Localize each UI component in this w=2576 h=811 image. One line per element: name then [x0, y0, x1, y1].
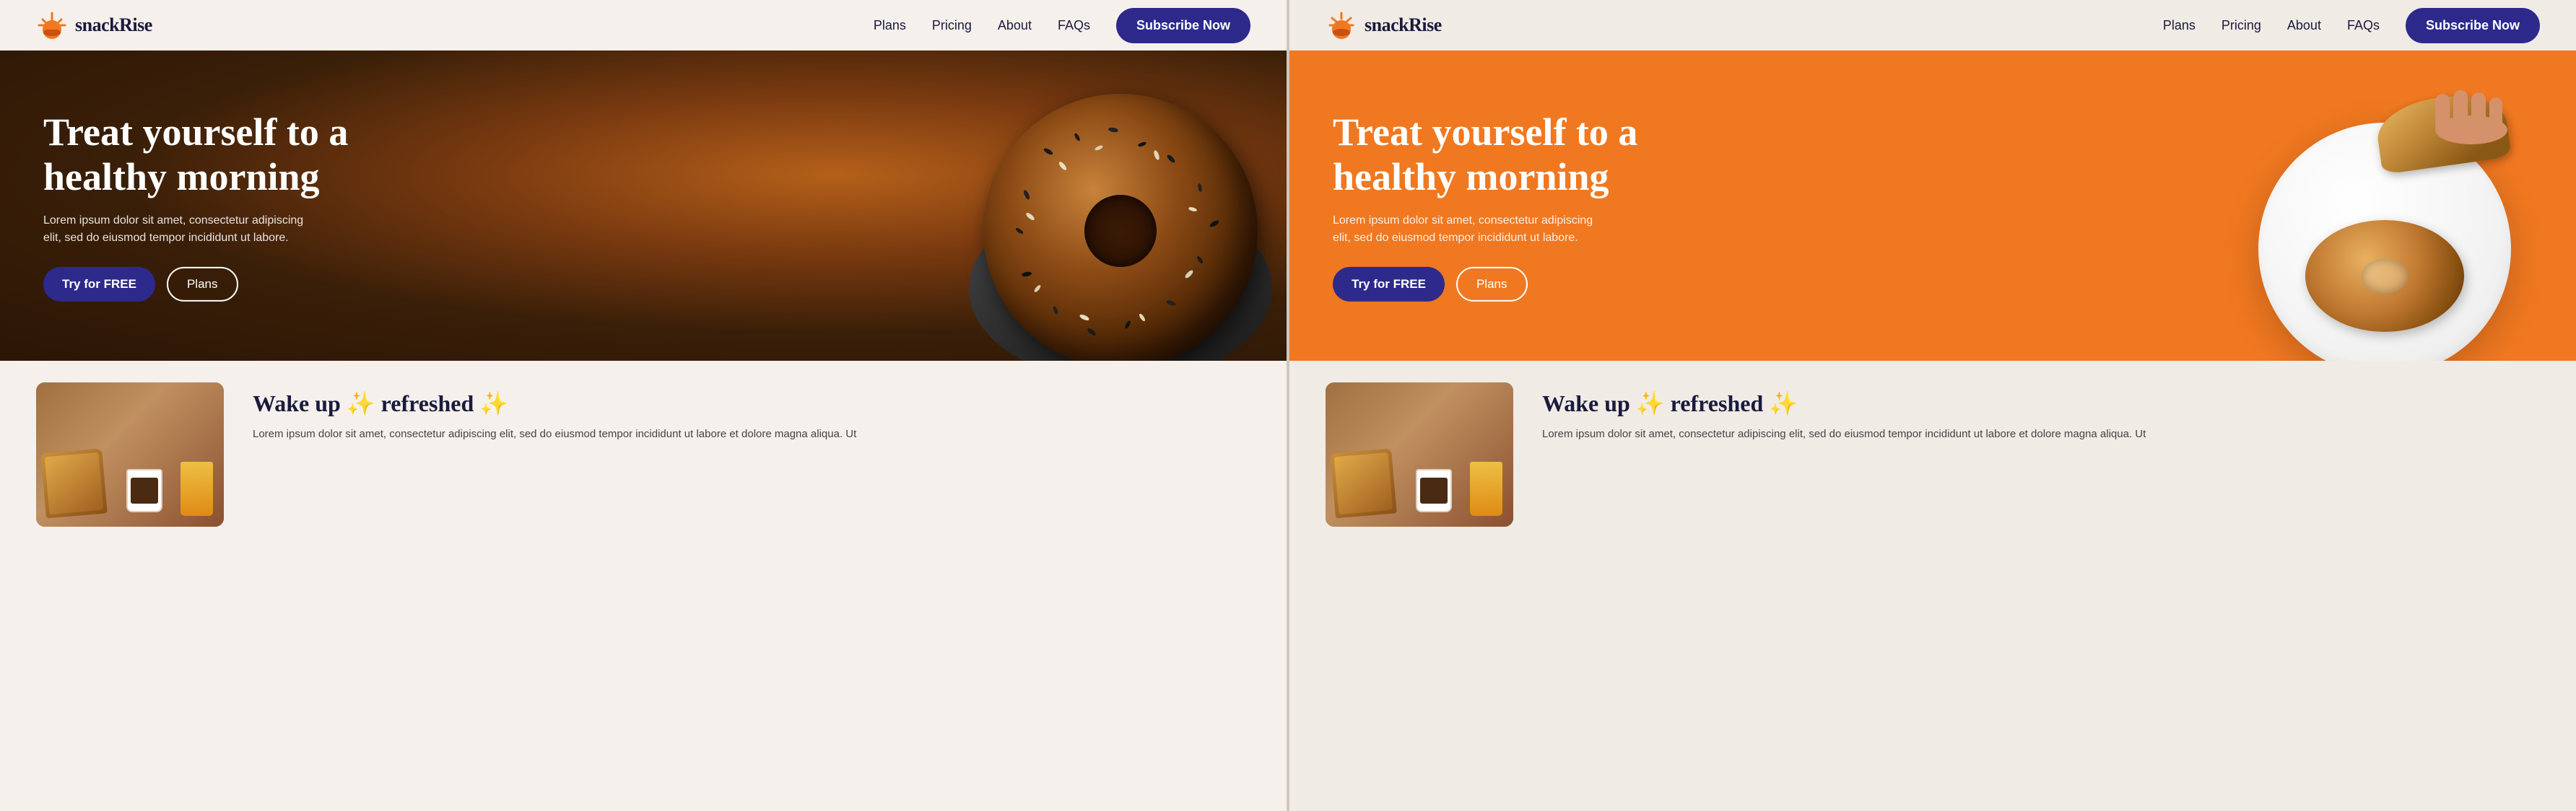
right-lower: Wake up ✨ refreshed ✨ Lorem ipsum dolor … — [1289, 361, 2576, 811]
left-hero-content: Treat yourself to a healthy morning Lore… — [43, 110, 375, 302]
left-logo-text: snackRise — [75, 14, 152, 36]
right-hero-subtitle: Lorem ipsum dolor sit amet, consectetur … — [1333, 212, 1607, 247]
right-lower-image — [1326, 382, 1513, 527]
left-nav-links: Plans Pricing About FAQs Subscribe Now — [874, 8, 1250, 43]
left-lower: Wake up ✨ refreshed ✨ Lorem ipsum dolor … — [0, 361, 1287, 811]
left-lower-image — [36, 382, 224, 527]
left-oj — [180, 462, 213, 516]
left-navbar: snackRise Plans Pricing About FAQs Subsc… — [0, 0, 1287, 51]
left-lower-description: Lorem ipsum dolor sit amet, consectetur … — [253, 426, 1250, 442]
right-coffee — [1416, 469, 1452, 512]
left-nav-pricing[interactable]: Pricing — [932, 18, 972, 33]
right-plans-button[interactable]: Plans — [1456, 267, 1528, 302]
right-lower-title: Wake up ✨ refreshed ✨ — [1542, 390, 2540, 417]
right-nav-pricing[interactable]: Pricing — [2222, 18, 2261, 33]
right-bagel-on-plate — [2305, 220, 2464, 332]
left-breakfast-scene — [36, 382, 224, 527]
right-hero-buttons: Try for FREE Plans — [1333, 267, 1665, 302]
left-bagel — [983, 94, 1258, 361]
left-sparkle1: ✨ — [347, 390, 375, 416]
logo-icon — [36, 9, 68, 41]
right-sparkle1: ✨ — [1636, 390, 1665, 416]
right-oj — [1470, 462, 1502, 516]
right-lower-text: Wake up ✨ refreshed ✨ Lorem ipsum dolor … — [1542, 382, 2540, 442]
left-lower-text: Wake up ✨ refreshed ✨ Lorem ipsum dolor … — [253, 382, 1250, 442]
left-nav-faqs[interactable]: FAQs — [1058, 18, 1090, 33]
left-hero-subtitle: Lorem ipsum dolor sit amet, consectetur … — [43, 212, 318, 247]
left-nav-about[interactable]: About — [998, 18, 1032, 33]
right-food-container — [2172, 58, 2547, 361]
left-bagel-seeds — [983, 94, 1258, 361]
left-plans-button[interactable]: Plans — [167, 267, 238, 302]
left-toast — [40, 448, 108, 518]
right-nav-links: Plans Pricing About FAQs Subscribe Now — [2163, 8, 2540, 43]
left-sparkle2: ✨ — [479, 390, 508, 416]
right-hand-svg — [2428, 79, 2515, 144]
right-navbar: snackRise Plans Pricing About FAQs Subsc… — [1289, 0, 2576, 51]
left-try-button[interactable]: Try for FREE — [43, 267, 155, 302]
left-nav-plans[interactable]: Plans — [874, 18, 906, 33]
left-logo: snackRise — [36, 9, 152, 41]
right-logo: snackRise — [1326, 9, 1442, 41]
right-hero-title: Treat yourself to a healthy morning — [1333, 110, 1665, 199]
right-nav-about[interactable]: About — [2287, 18, 2321, 33]
right-subscribe-button[interactable]: Subscribe Now — [2406, 8, 2540, 43]
right-hero-content: Treat yourself to a healthy morning Lore… — [1333, 110, 1665, 302]
right-logo-icon — [1326, 9, 1357, 41]
right-nav-faqs[interactable]: FAQs — [2347, 18, 2380, 33]
right-panel: snackRise Plans Pricing About FAQs Subsc… — [1289, 0, 2576, 811]
left-coffee — [126, 469, 162, 512]
left-panel: snackRise Plans Pricing About FAQs Subsc… — [0, 0, 1287, 811]
right-bread — [2377, 79, 2515, 166]
right-sparkle2: ✨ — [1769, 390, 1798, 416]
left-lower-title: Wake up ✨ refreshed ✨ — [253, 390, 1250, 417]
right-try-button[interactable]: Try for FREE — [1333, 267, 1445, 302]
left-hero-buttons: Try for FREE Plans — [43, 267, 375, 302]
left-hero-title: Treat yourself to a healthy morning — [43, 110, 375, 199]
right-hero: Treat yourself to a healthy morning Lore… — [1289, 51, 2576, 361]
right-nav-plans[interactable]: Plans — [2163, 18, 2196, 33]
left-hero: Treat yourself to a healthy morning Lore… — [0, 51, 1287, 361]
left-subscribe-button[interactable]: Subscribe Now — [1116, 8, 1250, 43]
right-logo-text: snackRise — [1365, 14, 1442, 36]
right-toast — [1330, 448, 1397, 518]
right-lower-description: Lorem ipsum dolor sit amet, consectetur … — [1542, 426, 2540, 442]
right-breakfast-scene — [1326, 382, 1513, 527]
